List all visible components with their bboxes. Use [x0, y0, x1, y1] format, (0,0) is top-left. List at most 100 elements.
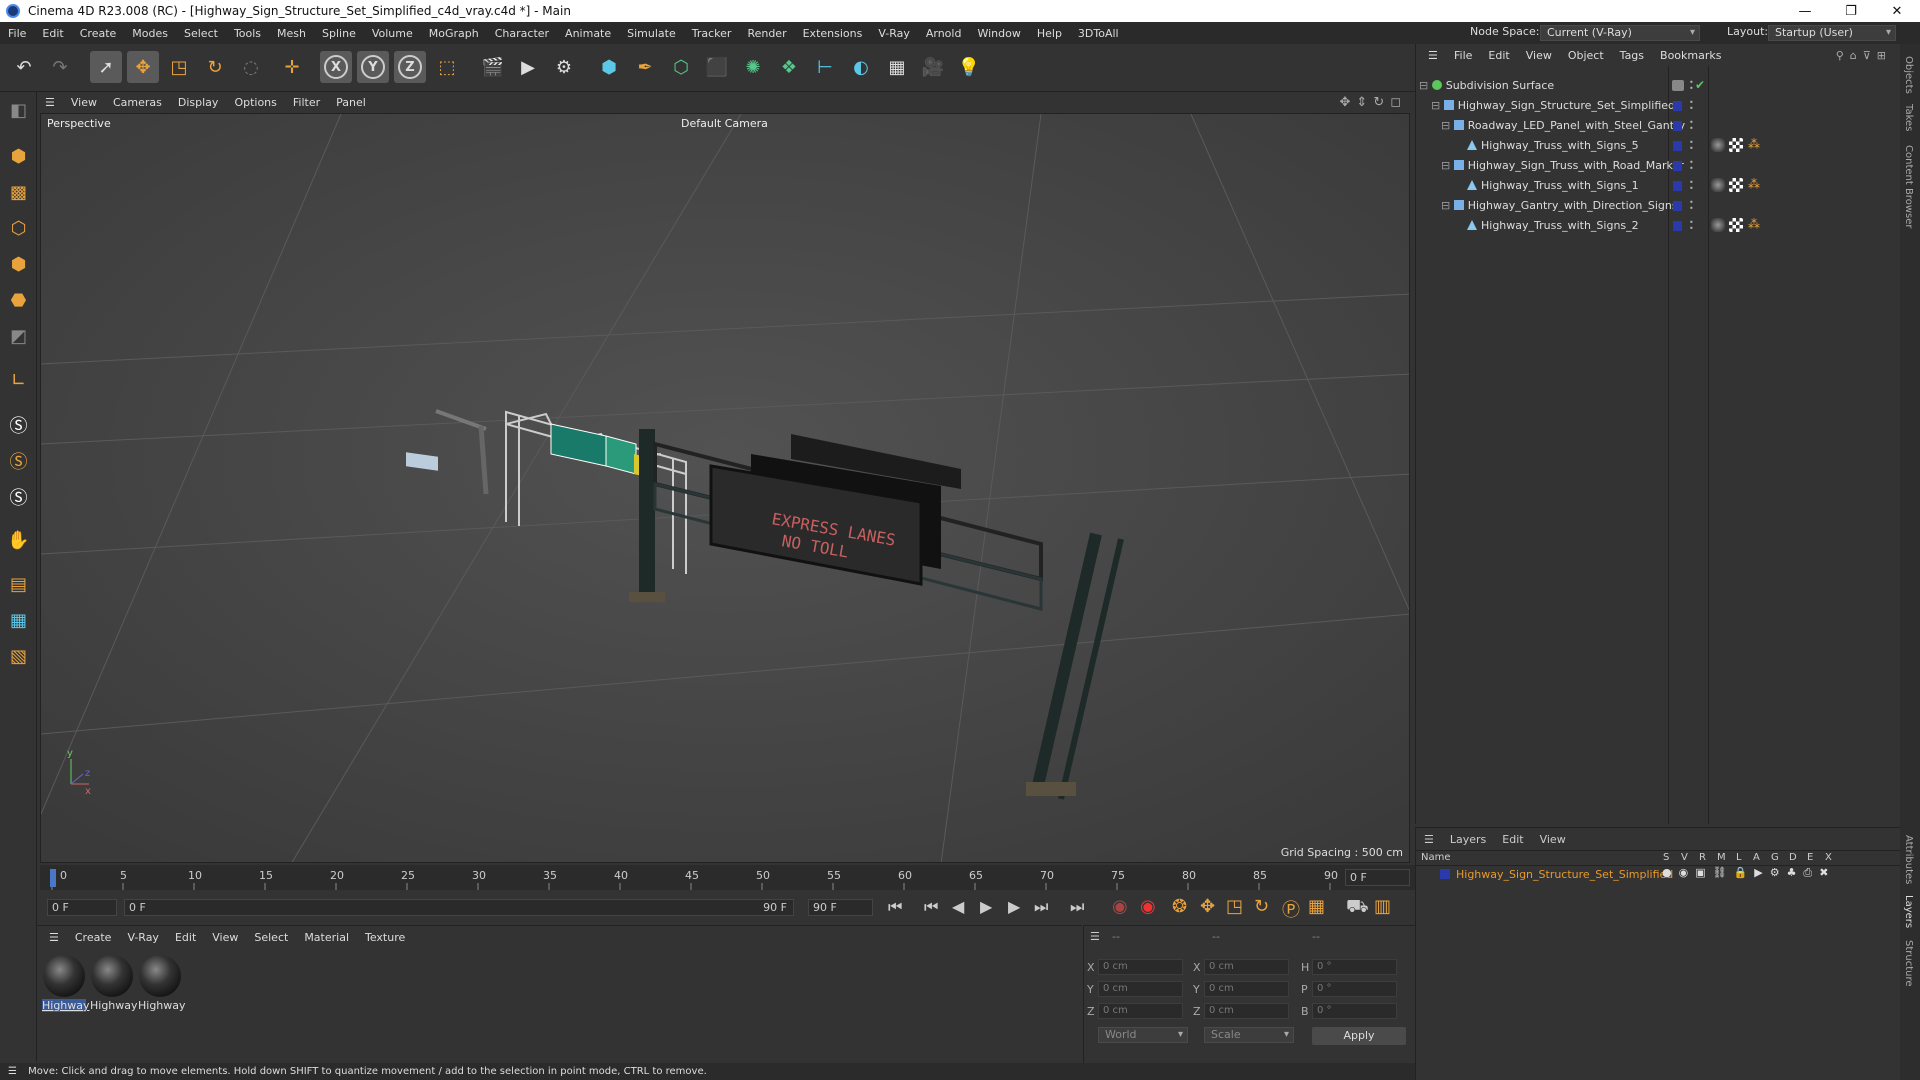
menu-mograph[interactable]: MoGraph [421, 27, 487, 40]
size-x-field[interactable]: 0 cm [1204, 959, 1289, 975]
menu-modes[interactable]: Modes [124, 27, 176, 40]
size-z-field[interactable]: 0 cm [1204, 1003, 1289, 1019]
layers-menu-edit[interactable]: Edit [1494, 833, 1531, 846]
previous-frame-icon[interactable]: ◀ [952, 897, 964, 916]
scale-key-icon[interactable]: ◳ [1226, 896, 1243, 917]
objects-menu-edit[interactable]: Edit [1480, 49, 1517, 62]
symmetry-icon[interactable]: ⊢ [809, 51, 841, 83]
visibility-dots-icon[interactable]: • • [1689, 99, 1694, 113]
rotate-icon[interactable]: ↻ [199, 51, 231, 83]
viewport-navigation-icons[interactable]: ✥⇕↻◻ [1340, 95, 1407, 110]
workplane-icon[interactable]: ▤ [4, 570, 33, 599]
size-mode-select[interactable]: Scale [1204, 1027, 1294, 1043]
z-axis-icon[interactable]: Z [394, 51, 426, 83]
render-settings-icon[interactable]: ⚙ [548, 51, 580, 83]
coordinate-system-icon[interactable]: ⬚ [431, 51, 463, 83]
node-space-select[interactable]: Current (V-Ray) [1540, 25, 1700, 41]
rotation-key-icon[interactable]: ↻ [1254, 896, 1269, 917]
points-mode-icon[interactable]: ⬡ [4, 214, 33, 243]
model-mode-icon[interactable]: ⬢ [4, 142, 33, 171]
next-frame-icon[interactable]: ▶ [1008, 897, 1020, 916]
texture-tag-icon[interactable] [1729, 178, 1743, 192]
rot-b-field[interactable]: 0 ° [1312, 1003, 1397, 1019]
viewport-menu-panel[interactable]: Panel [328, 96, 374, 109]
coords-hamburger-icon[interactable]: ☰ [1090, 930, 1100, 943]
minimize-icon[interactable]: — [1782, 4, 1828, 19]
extrude-icon[interactable]: ⬛ [701, 51, 733, 83]
visibility-dots-icon[interactable]: • • [1689, 159, 1694, 173]
go-to-start-icon[interactable]: ⏮ [888, 897, 902, 917]
apply-button[interactable]: Apply [1312, 1027, 1406, 1045]
autokey-icon[interactable]: ◉ [1140, 896, 1156, 917]
viewport-menu-options[interactable]: Options [226, 96, 284, 109]
layer-color-swatch[interactable] [1673, 161, 1682, 171]
menu-animate[interactable]: Animate [557, 27, 619, 40]
menu-volume[interactable]: Volume [364, 27, 421, 40]
material-menu-create[interactable]: Create [67, 931, 120, 944]
layer-color-swatch[interactable] [1673, 221, 1682, 231]
mograph-cloner-icon[interactable]: ✺ [737, 51, 769, 83]
visibility-dots-icon[interactable]: • • [1689, 79, 1694, 93]
light-icon[interactable]: 💡 [953, 51, 985, 83]
close-icon[interactable]: ✕ [1874, 4, 1920, 19]
menu-character[interactable]: Character [487, 27, 557, 40]
uv-mode-icon[interactable]: ◩ [4, 322, 33, 351]
tree-row-structure-set[interactable]: ⊟ Highway_Sign_Structure_Set_Simplified [1431, 97, 1681, 115]
next-key-icon[interactable]: ⏭ [1034, 897, 1048, 917]
deformer-icon[interactable]: ❖ [773, 51, 805, 83]
x-axis-icon[interactable]: X [320, 51, 352, 83]
previous-key-icon[interactable]: ⏮ [924, 897, 938, 917]
viewport-menu-view[interactable]: View [63, 96, 105, 109]
viewport-hamburger-icon[interactable]: ☰ [37, 96, 63, 109]
layers-menu-view[interactable]: View [1532, 833, 1574, 846]
make-editable-icon[interactable]: ◧ [4, 96, 33, 125]
objects-menu-view[interactable]: View [1518, 49, 1560, 62]
locked-workplane-icon[interactable]: ▧ [4, 642, 33, 671]
menu-select[interactable]: Select [176, 27, 226, 40]
material-swatch[interactable]: Highway [138, 955, 186, 1012]
material-tag-icon[interactable] [1711, 178, 1725, 192]
grid-icon[interactable]: ▦ [4, 606, 33, 635]
material-hamburger-icon[interactable]: ☰ [41, 931, 67, 944]
menu-file[interactable]: File [0, 27, 34, 40]
menu-3dtoall[interactable]: 3DToAll [1070, 27, 1127, 40]
tree-row-road-marker[interactable]: ⊟ Highway_Sign_Truss_with_Road_Marker [1441, 157, 1691, 175]
magnet-icon[interactable]: ✋ [4, 526, 33, 555]
menu-vray[interactable]: V-Ray [870, 27, 918, 40]
visibility-dots-icon[interactable]: • • [1689, 119, 1694, 133]
material-swatch[interactable]: Highway [42, 955, 90, 1012]
field-icon[interactable]: ◐ [845, 51, 877, 83]
menu-window[interactable]: Window [969, 27, 1028, 40]
snap-icon[interactable]: Ⓢ [4, 410, 33, 439]
material-menu-select[interactable]: Select [246, 931, 296, 944]
point-level-key-icon[interactable]: ▦ [1308, 896, 1325, 917]
objects-menu-file[interactable]: File [1446, 49, 1480, 62]
record-icon[interactable]: ◉ [1112, 896, 1128, 917]
material-menu-texture[interactable]: Texture [357, 931, 413, 944]
texture-mode-icon[interactable]: ▩ [4, 178, 33, 207]
redo-icon[interactable]: ↷ [44, 51, 76, 83]
rot-h-field[interactable]: 0 ° [1312, 959, 1397, 975]
viewport-menu-display[interactable]: Display [170, 96, 227, 109]
timeline-editor-icon[interactable]: ▥ [1374, 896, 1391, 917]
layer-color-swatch[interactable] [1673, 101, 1682, 111]
layout-select[interactable]: Startup (User) [1768, 25, 1896, 41]
material-menu-edit[interactable]: Edit [167, 931, 204, 944]
motion-clip-icon[interactable]: ⛟ [1346, 896, 1369, 920]
visibility-dots-icon[interactable]: • • [1689, 139, 1694, 153]
spline-pen-icon[interactable]: ✒ [629, 51, 661, 83]
tree-row-led-gantry[interactable]: ⊟ Roadway_LED_Panel_with_Steel_Gantry [1441, 117, 1691, 135]
timeline-ruler[interactable]: 0 5 10 15 20 25 30 35 40 45 50 55 60 65 … [40, 865, 1415, 890]
side-tab-takes[interactable]: Takes [1903, 104, 1914, 131]
scale-icon[interactable]: ◳ [163, 51, 195, 83]
edges-mode-icon[interactable]: ⬢ [4, 250, 33, 279]
pos-z-field[interactable]: 0 cm [1098, 1003, 1183, 1019]
enabled-check-icon[interactable]: ✔ [1695, 78, 1705, 92]
axis-mode-icon[interactable]: ∟ [4, 366, 33, 395]
side-tab-content-browser[interactable]: Content Browser [1903, 145, 1914, 228]
layer-color-swatch[interactable] [1673, 141, 1682, 151]
edit-toggle-icon[interactable] [1672, 80, 1684, 91]
layer-toggle-icons[interactable]: ●◉▣⛓🔒▶⚙♣⎙✖ [1662, 866, 1835, 880]
material-tag-icon[interactable] [1711, 138, 1725, 152]
layer-color-swatch[interactable] [1673, 201, 1682, 211]
